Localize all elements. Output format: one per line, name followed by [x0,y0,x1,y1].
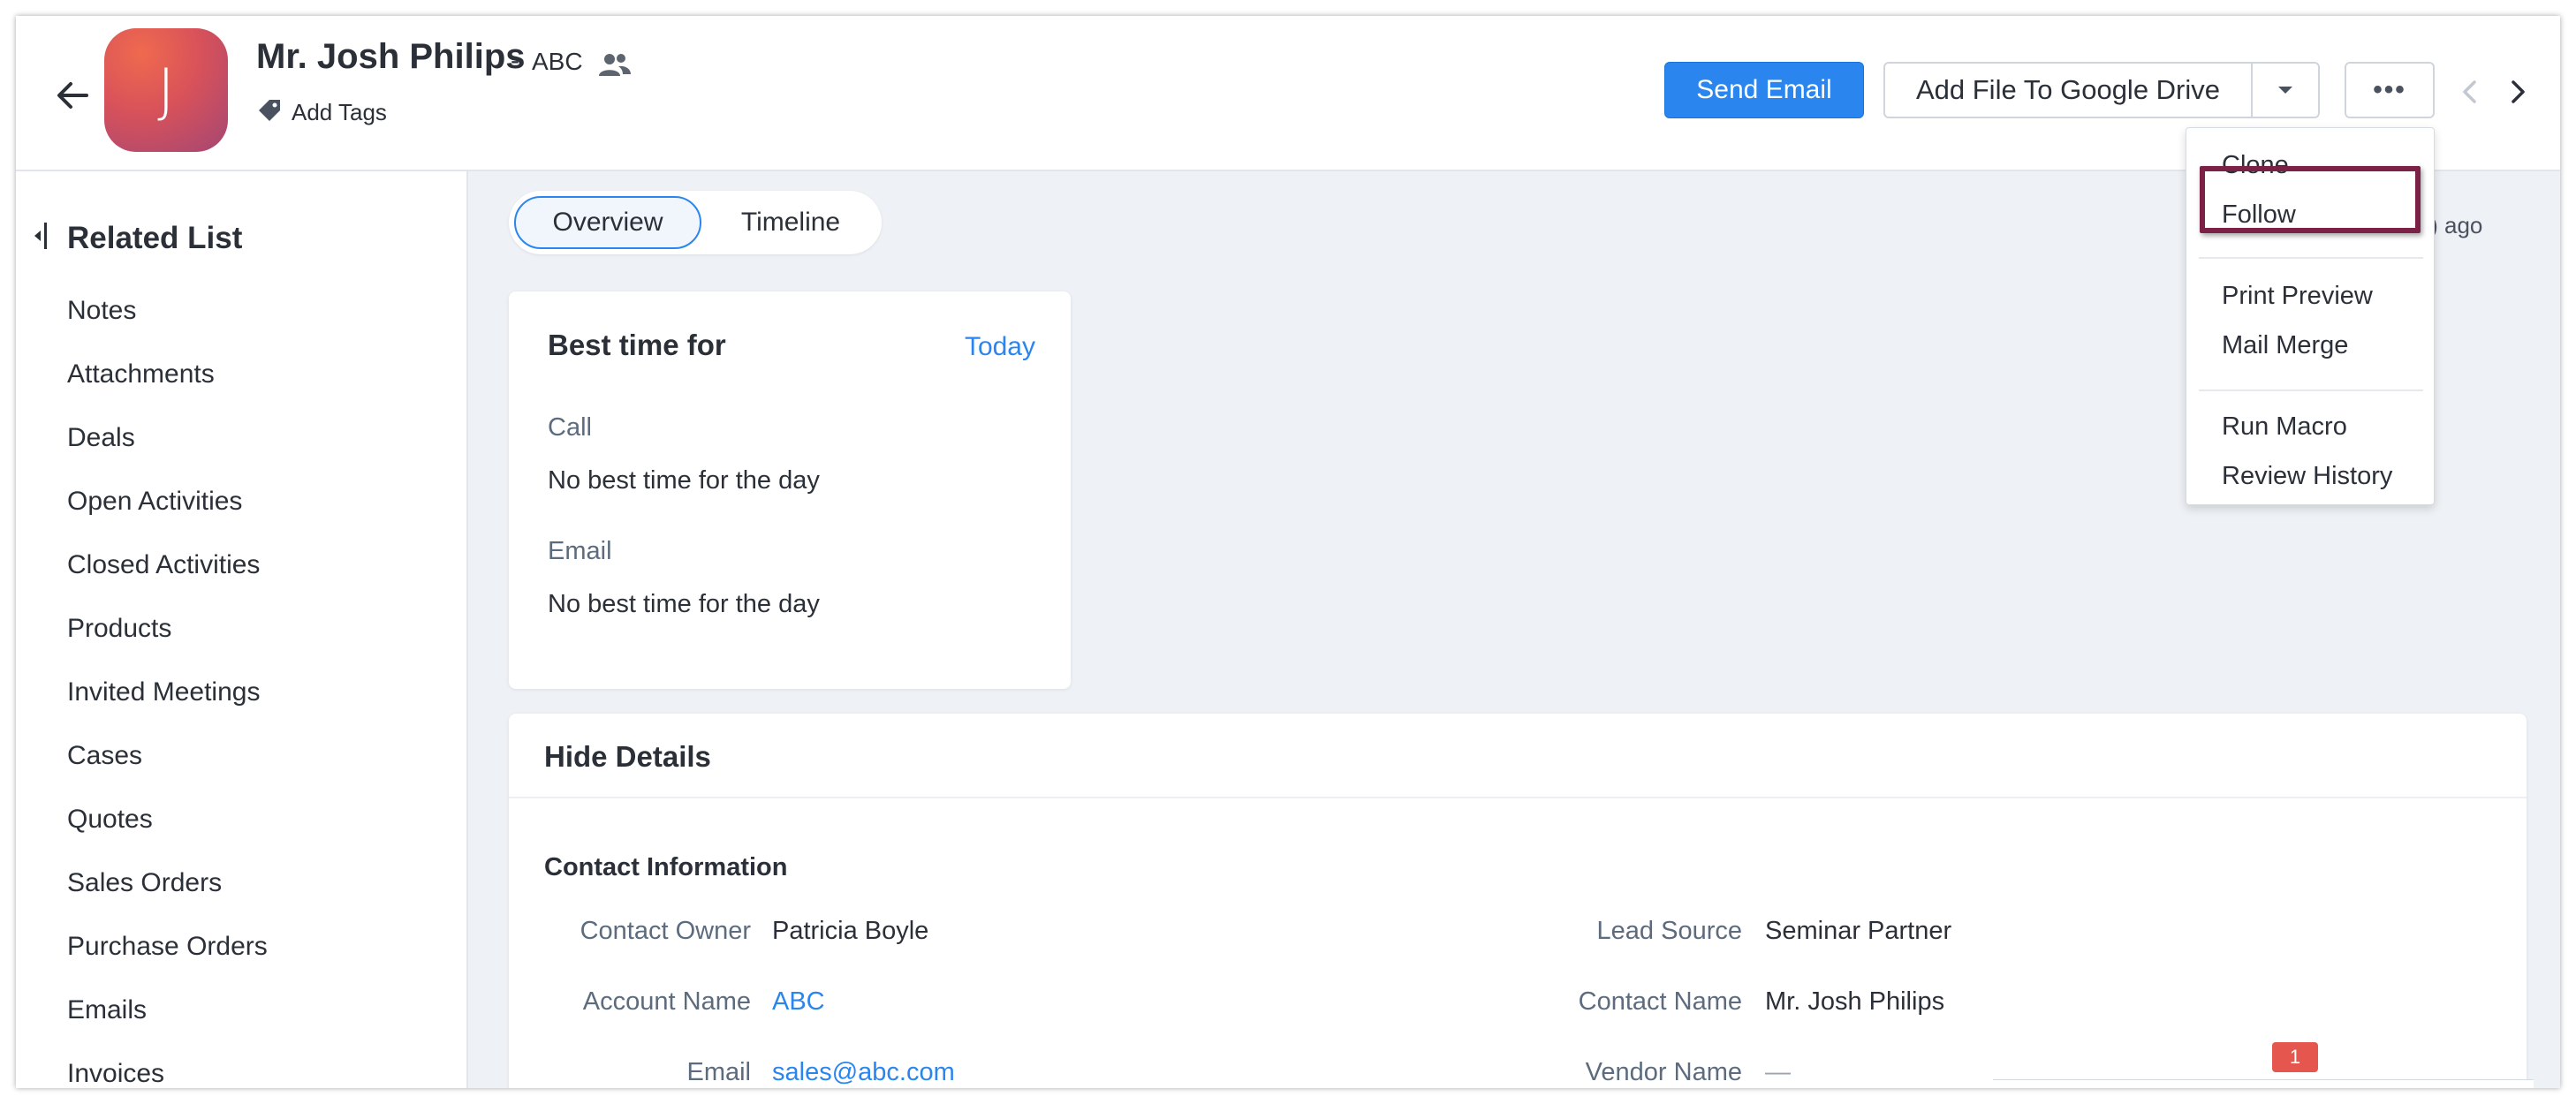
menu-divider [2199,257,2423,259]
account-name-label: Account Name [582,987,751,1016]
menu-item-run-macro[interactable]: Run Macro [2222,412,2347,442]
email-label: Email [686,1058,751,1086]
more-actions-menu: Clone Follow Print Preview Mail Merge Ru… [2186,127,2435,505]
tag-icon [259,100,280,121]
bottom-toolbar-strip [1993,1079,2534,1088]
view-toggle: Overview Timeline [509,191,882,254]
details-header: Hide Details [509,714,2527,798]
back-arrow-icon[interactable] [51,74,94,117]
contact-information-heading: Contact Information [544,853,788,881]
best-time-email-value: No best time for the day [548,590,820,618]
sidebar-item-deals[interactable]: Deals [67,420,268,484]
tab-timeline[interactable]: Timeline [707,196,875,249]
vendor-name-value: — [1765,1058,1791,1086]
record-title: Mr. Josh Philips [256,37,526,76]
sidebar-item-open-activities[interactable]: Open Activities [67,484,268,548]
menu-divider [2199,389,2423,391]
contact-owner-value: Patricia Boyle [772,917,929,945]
sidebar-item-invoices[interactable]: Invoices [67,1056,268,1088]
contact-name-value: Mr. Josh Philips [1765,987,1945,1016]
sidebar-item-cases[interactable]: Cases [67,738,268,802]
related-list-title: Related List [67,221,243,255]
account-name-link[interactable]: ABC [772,987,825,1017]
sidebar-item-purchase-orders[interactable]: Purchase Orders [67,929,268,993]
sidebar-item-invited-meetings[interactable]: Invited Meetings [67,675,268,738]
sidebar-item-closed-activities[interactable]: Closed Activities [67,548,268,611]
notification-badge[interactable]: 1 [2272,1042,2318,1072]
sidebar-item-attachments[interactable]: Attachments [67,357,268,420]
vendor-name-label: Vendor Name [1585,1058,1742,1086]
lead-source-label: Lead Source [1596,917,1742,945]
record-account-name[interactable]: ABC [532,48,583,76]
contact-group-icon [599,54,631,76]
menu-item-review-history[interactable]: Review History [2222,462,2392,491]
sidebar-item-emails[interactable]: Emails [67,993,268,1056]
contact-name-label: Contact Name [1578,987,1742,1016]
caret-down-icon [2278,87,2292,94]
best-time-call-label: Call [548,413,592,442]
menu-item-mail-merge[interactable]: Mail Merge [2222,331,2348,360]
title-separator: - [511,46,519,75]
contact-owner-label: Contact Owner [580,917,751,945]
next-record-icon[interactable] [2505,79,2530,104]
avatar: J [104,28,228,152]
menu-item-clone[interactable]: Clone [2222,151,2289,180]
drive-options-dropdown[interactable] [2251,62,2320,118]
sidebar-item-quotes[interactable]: Quotes [67,802,268,866]
details-card: Hide Details Contact Information Contact… [509,714,2527,1088]
best-time-card: Best time for Today Call No best time fo… [509,291,1071,689]
email-link[interactable]: sales@abc.com [772,1058,955,1087]
crm-record-page: J Mr. Josh Philips - ABC Add Tags Send E… [16,16,2560,1088]
best-time-title: Best time for [548,329,726,361]
send-email-button[interactable]: Send Email [1664,62,1864,118]
related-list-items: Notes Attachments Deals Open Activities … [67,293,268,1088]
tab-overview[interactable]: Overview [514,196,701,249]
record-header: J Mr. Josh Philips - ABC Add Tags Send E… [16,16,2560,171]
best-time-email-label: Email [548,537,612,565]
lead-source-value: Seminar Partner [1765,917,1952,945]
add-tags-link[interactable]: Add Tags [292,99,387,126]
menu-item-follow[interactable]: Follow [2222,200,2296,230]
hide-details-toggle[interactable]: Hide Details [544,740,711,774]
add-file-google-drive-button[interactable]: Add File To Google Drive [1883,62,2253,118]
sidebar-item-products[interactable]: Products [67,611,268,675]
previous-record-icon[interactable] [2458,79,2482,104]
menu-item-print-preview[interactable]: Print Preview [2222,282,2373,311]
collapse-sidebar-icon[interactable] [28,221,49,251]
more-actions-button[interactable]: ••• [2345,62,2435,118]
related-list-sidebar: Related List Notes Attachments Deals Ope… [16,171,468,1088]
best-time-today-link[interactable]: Today [965,332,1035,362]
sidebar-item-sales-orders[interactable]: Sales Orders [67,866,268,929]
sidebar-item-notes[interactable]: Notes [67,293,268,357]
best-time-call-value: No best time for the day [548,466,820,495]
